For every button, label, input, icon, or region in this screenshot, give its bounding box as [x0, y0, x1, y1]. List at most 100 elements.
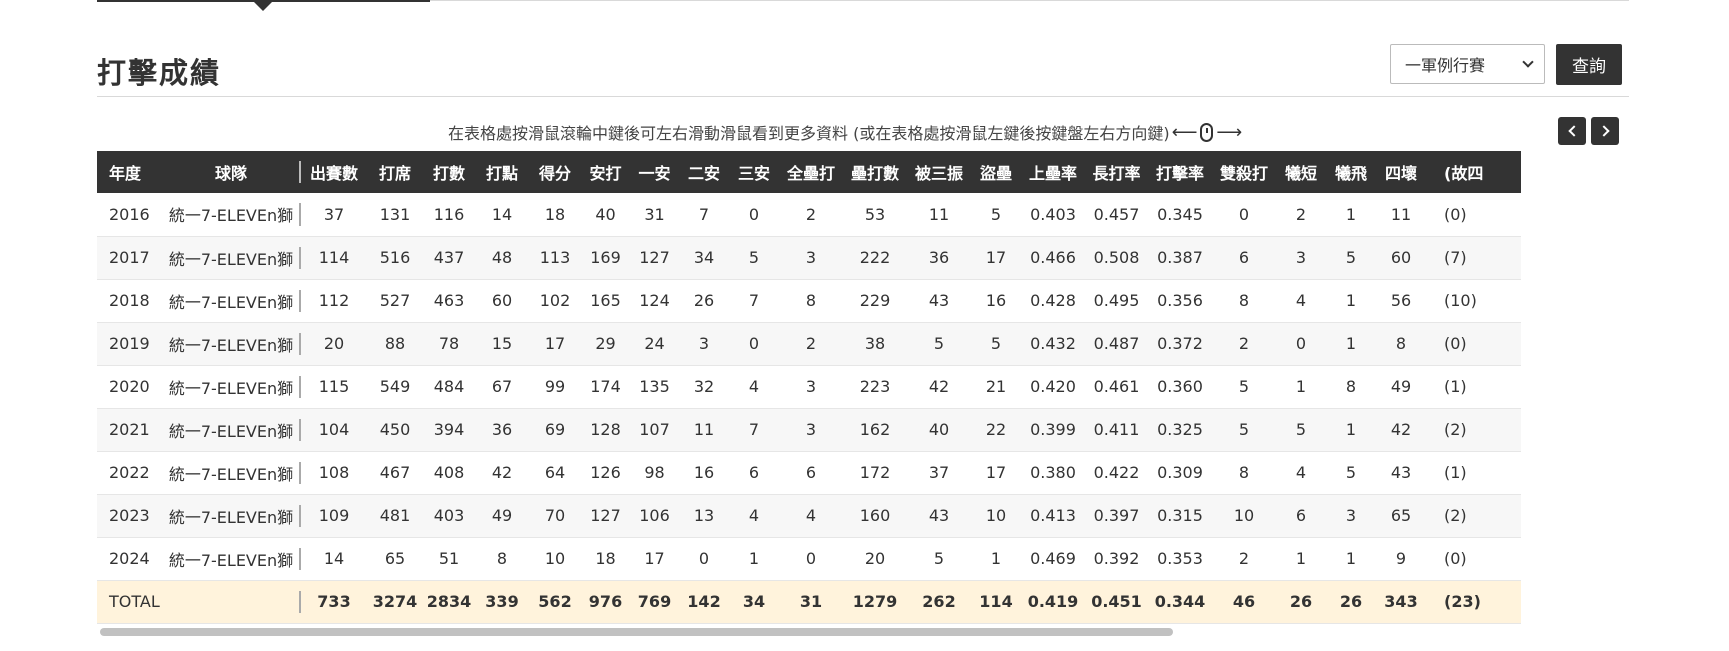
- table-cell: 40: [581, 193, 630, 237]
- table-cell: 126: [581, 451, 630, 495]
- table-cell: 31: [630, 193, 679, 237]
- col-header-sb: 盜壘: [971, 151, 1021, 193]
- season-type-select[interactable]: 一軍例行賽: [1390, 44, 1545, 84]
- table-cell: 5: [1326, 236, 1376, 280]
- table-cell: 408: [423, 451, 475, 495]
- table-cell: 統一7-ELEVEn獅: [161, 537, 301, 581]
- table-cell: 2022: [97, 451, 161, 495]
- table-cell: 0.432: [1021, 322, 1085, 366]
- table-cell: 99: [529, 365, 581, 409]
- table-row: 2018 統一7-ELEVEn獅 112 527 463 60 102 165 124 26 7 8 2…: [97, 279, 1521, 323]
- title-divider: [97, 96, 1629, 97]
- table-cell: 0.372: [1148, 322, 1212, 366]
- table-cell: 114: [301, 236, 367, 280]
- table-cell: 2020: [97, 365, 161, 409]
- table-cell: 2021: [97, 408, 161, 452]
- table-cell: 1: [1326, 537, 1376, 581]
- table-cell: 3: [779, 365, 843, 409]
- table-cell: 37: [907, 451, 971, 495]
- total-cell: 142: [679, 580, 729, 624]
- table-cell: 4: [1276, 279, 1326, 323]
- table-cell: 1: [1326, 322, 1376, 366]
- table-cell: 5: [1212, 408, 1276, 452]
- table-cell: 127: [581, 494, 630, 538]
- table-cell: 0.356: [1148, 279, 1212, 323]
- table-cell: 42: [475, 451, 529, 495]
- table-row: 2020 統一7-ELEVEn獅 115 549 484 67 99 174 135 32 4 3 22…: [97, 365, 1521, 409]
- total-cell: 2834: [423, 580, 475, 624]
- table-cell: 56: [1376, 279, 1426, 323]
- horizontal-scrollbar-thumb[interactable]: [100, 628, 1173, 636]
- table-cell: 5: [907, 537, 971, 581]
- total-cell: 339: [475, 580, 529, 624]
- table-cell: 67: [475, 365, 529, 409]
- table-cell: 16: [971, 279, 1021, 323]
- scroll-hint-text: 在表格處按滑鼠滾輪中鍵後可左右滑動滑鼠看到更多資料 (或在表格處按滑鼠左鍵後按鍵…: [448, 124, 1170, 143]
- table-cell: 11: [679, 408, 729, 452]
- table-cell: 11: [907, 193, 971, 237]
- total-cell: 262: [907, 580, 971, 624]
- table-row: 2024 統一7-ELEVEn獅 14 65 51 8 10 18 17 0 1 0 20 5 1 0.469…: [97, 537, 1521, 581]
- table-cell: 11: [1376, 193, 1426, 237]
- table-cell: 69: [529, 408, 581, 452]
- table-cell: 527: [367, 279, 423, 323]
- table-cell: 5: [1276, 408, 1326, 452]
- table-cell: 0.420: [1021, 365, 1085, 409]
- table-cell: 37: [301, 193, 367, 237]
- scroll-left-button[interactable]: [1558, 117, 1586, 145]
- table-cell: 8: [1376, 322, 1426, 366]
- table-cell: 0.403: [1021, 193, 1085, 237]
- table-cell: 43: [907, 494, 971, 538]
- table-cell: 484: [423, 365, 475, 409]
- total-cell: 733: [301, 580, 367, 624]
- table-cell: 109: [301, 494, 367, 538]
- table-cell: 0.422: [1085, 451, 1148, 495]
- horizontal-scrollbar[interactable]: [97, 627, 1621, 637]
- total-cell: 34: [729, 580, 779, 624]
- table-cell: 8: [779, 279, 843, 323]
- arrow-right-icon: ⟶: [1216, 121, 1243, 143]
- table-cell: 6: [1276, 494, 1326, 538]
- total-cell: 976: [581, 580, 630, 624]
- table-cell: 1: [1326, 193, 1376, 237]
- table-cell: 60: [1376, 236, 1426, 280]
- table-cell: 6: [779, 451, 843, 495]
- table-cell: 8: [475, 537, 529, 581]
- table-cell: 1: [1276, 365, 1326, 409]
- table-cell: 2: [1276, 193, 1326, 237]
- total-cell: 114: [971, 580, 1021, 624]
- table-cell: 229: [843, 279, 907, 323]
- table-cell: 70: [529, 494, 581, 538]
- table-row: 2019 統一7-ELEVEn獅 20 88 78 15 17 29 24 3 0 2 38 5 5 0.43…: [97, 322, 1521, 366]
- total-cell: 0.451: [1085, 580, 1148, 624]
- table-cell: 108: [301, 451, 367, 495]
- table-cell: 0: [679, 537, 729, 581]
- chevron-left-icon: [1567, 125, 1580, 137]
- table-cell: 0.487: [1085, 322, 1148, 366]
- total-cell: 562: [529, 580, 581, 624]
- table-cell: 7: [729, 279, 779, 323]
- table-cell: 3: [1326, 494, 1376, 538]
- table-cell: 0: [729, 322, 779, 366]
- scroll-right-button[interactable]: [1591, 117, 1619, 145]
- table-cell: 40: [907, 408, 971, 452]
- table-cell: 3: [679, 322, 729, 366]
- table-cell: 1: [1326, 408, 1376, 452]
- total-cell: 26: [1276, 580, 1326, 624]
- table-cell: 0.469: [1021, 537, 1085, 581]
- table-cell: (0): [1426, 193, 1521, 237]
- total-cell: (23): [1426, 580, 1521, 624]
- query-button[interactable]: 查詢: [1556, 44, 1622, 85]
- table-cell: 4: [1276, 451, 1326, 495]
- table-cell: 統一7-ELEVEn獅: [161, 408, 301, 452]
- col-header-doubles: 二安: [679, 151, 729, 193]
- table-cell: 5: [907, 322, 971, 366]
- batting-stats-table-container[interactable]: 年度 球隊 出賽數 打席 打數 打點 得分 安打 一安 二安 三安 全壘打 壘打…: [97, 151, 1621, 626]
- table-cell: 88: [367, 322, 423, 366]
- table-row: 2023 統一7-ELEVEn獅 109 481 403 49 70 127 106 13 4 4 16…: [97, 494, 1521, 538]
- table-cell: 116: [423, 193, 475, 237]
- table-cell: 18: [529, 193, 581, 237]
- table-cell: 8: [1326, 365, 1376, 409]
- table-cell: 20: [843, 537, 907, 581]
- table-cell: 5: [1212, 365, 1276, 409]
